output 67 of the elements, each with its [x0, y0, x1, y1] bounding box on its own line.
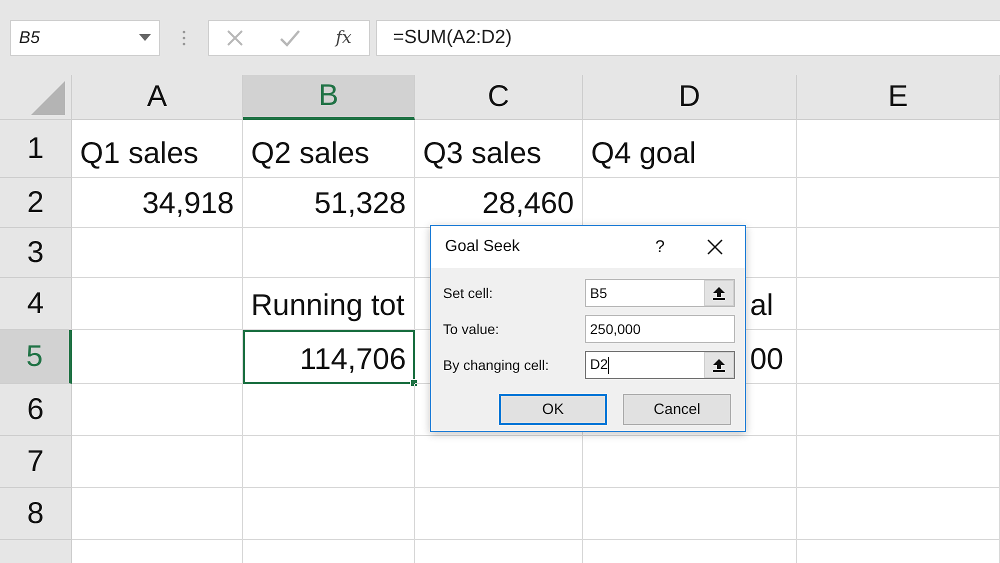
- field-label: By changing cell:: [443, 357, 549, 373]
- field-value: 250,000: [590, 321, 641, 337]
- table-cell[interactable]: 34,918: [72, 178, 243, 228]
- input-field[interactable]: 250,000: [585, 315, 735, 343]
- collapse-button[interactable]: [704, 352, 734, 378]
- input-field[interactable]: B5: [585, 279, 735, 307]
- column-header[interactable]: D: [583, 75, 797, 120]
- table-cell[interactable]: [243, 436, 415, 488]
- row-header[interactable]: 8: [0, 488, 72, 540]
- grip-icon: [182, 28, 186, 46]
- row-header[interactable]: 6: [0, 384, 72, 436]
- table-cell[interactable]: [72, 436, 243, 488]
- column-header[interactable]: B: [243, 75, 415, 120]
- arrow-up-icon: [712, 358, 726, 372]
- fill-handle[interactable]: [410, 379, 418, 387]
- table-cell[interactable]: [797, 178, 1000, 228]
- dialog-button[interactable]: OK: [499, 394, 607, 425]
- table-cell[interactable]: [243, 228, 415, 278]
- table-cell[interactable]: 51,328: [243, 178, 415, 228]
- input-field[interactable]: D2: [585, 351, 735, 379]
- table-cell[interactable]: [583, 436, 797, 488]
- select-all-icon: [31, 81, 65, 115]
- field-label: Set cell:: [443, 285, 493, 301]
- table-cell[interactable]: 114,706: [243, 330, 415, 384]
- table-cell[interactable]: [243, 384, 415, 436]
- table-cell[interactable]: [797, 384, 1000, 436]
- table-cell[interactable]: [72, 278, 243, 330]
- field-value: D2: [590, 356, 608, 372]
- cell-reference: B5: [19, 28, 40, 48]
- column-header[interactable]: A: [72, 75, 243, 120]
- table-cell[interactable]: [72, 384, 243, 436]
- table-cell[interactable]: [415, 436, 583, 488]
- arrow-up-icon: [712, 286, 726, 300]
- column-header[interactable]: E: [797, 75, 1000, 120]
- table-cell[interactable]: [797, 228, 1000, 278]
- table-cell[interactable]: Q3 sales: [415, 120, 583, 178]
- help-button[interactable]: ?: [635, 237, 685, 257]
- field-value: B5: [590, 285, 608, 301]
- row-header[interactable]: 3: [0, 228, 72, 278]
- row-header[interactable]: 5: [0, 330, 72, 384]
- table-cell[interactable]: Q2 sales: [243, 120, 415, 178]
- close-icon: [707, 239, 723, 255]
- table-cell[interactable]: Q4 goal: [583, 120, 797, 178]
- field-label: To value:: [443, 321, 500, 337]
- dropdown-arrow-icon: [139, 34, 151, 42]
- table-cell[interactable]: [797, 330, 1000, 384]
- table-cell[interactable]: [797, 120, 1000, 178]
- row-header[interactable]: 1: [0, 120, 72, 178]
- formula-field[interactable]: =SUM(A2:D2): [376, 20, 1000, 56]
- table-cell[interactable]: Running tot: [243, 278, 415, 330]
- table-cell[interactable]: [72, 330, 243, 384]
- row-header[interactable]: [0, 540, 72, 563]
- collapse-button[interactable]: [704, 280, 734, 306]
- table-cell[interactable]: [72, 228, 243, 278]
- checkmark-icon[interactable]: [279, 28, 302, 46]
- table-cell[interactable]: [797, 436, 1000, 488]
- name-box[interactable]: B5: [10, 20, 160, 56]
- dialog-title: Goal Seek: [445, 238, 521, 256]
- row-header[interactable]: 2: [0, 178, 72, 228]
- table-cell[interactable]: Q1 sales: [72, 120, 243, 178]
- cancel-icon[interactable]: [226, 28, 244, 46]
- dialog-button[interactable]: Cancel: [623, 394, 731, 425]
- table-cell[interactable]: [797, 278, 1000, 330]
- row-header[interactable]: 4: [0, 278, 72, 330]
- insert-function-button[interactable]: fx: [336, 28, 352, 48]
- row-header[interactable]: 7: [0, 436, 72, 488]
- column-header[interactable]: C: [415, 75, 583, 120]
